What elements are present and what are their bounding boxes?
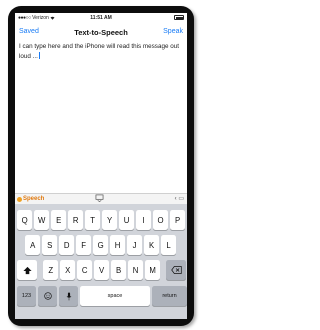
- delete-key[interactable]: [166, 260, 187, 280]
- microphone-icon: [66, 291, 71, 300]
- key-d[interactable]: D: [58, 235, 75, 255]
- editor-text: I can type here and the iPhone will read…: [19, 43, 179, 60]
- numbers-key[interactable]: 123: [17, 286, 36, 306]
- navigation-bar: Saved Text-to-Speech Speak: [15, 24, 187, 40]
- key-r[interactable]: R: [67, 210, 84, 230]
- key-s[interactable]: S: [41, 235, 58, 255]
- key-z[interactable]: Z: [43, 260, 59, 280]
- speech-logo-icon: [17, 196, 22, 202]
- keyboard-row-3-letters: Z X C V B N M: [43, 260, 161, 280]
- key-t[interactable]: T: [84, 210, 101, 230]
- status-right: [174, 15, 184, 20]
- page-title: Text-to-Speech: [74, 28, 128, 37]
- keyboard-row-3: Z X C V B N M: [17, 260, 187, 280]
- key-f[interactable]: F: [75, 235, 92, 255]
- emoji-icon: [43, 292, 52, 300]
- speech-app-name: Speech: [23, 196, 45, 202]
- shift-key[interactable]: [17, 260, 37, 280]
- key-y[interactable]: Y: [101, 210, 118, 230]
- keyboard-dismiss-icon[interactable]: [95, 194, 104, 202]
- key-b[interactable]: B: [110, 260, 127, 280]
- key-n[interactable]: N: [127, 260, 144, 280]
- key-g[interactable]: G: [92, 235, 109, 255]
- text-editor[interactable]: I can type here and the iPhone will read…: [19, 43, 183, 61]
- key-u[interactable]: U: [118, 210, 135, 230]
- phone-frame: ●●●○○ Verizon 11:51 AM Saved Text-to-Spe…: [8, 6, 194, 326]
- keyboard-row-1: Q W E R T Y U I O P: [17, 210, 187, 230]
- key-j[interactable]: J: [126, 235, 143, 255]
- key-v[interactable]: V: [93, 260, 110, 280]
- key-e[interactable]: E: [50, 210, 67, 230]
- status-bar: ●●●○○ Verizon 11:51 AM: [15, 13, 187, 23]
- key-w[interactable]: W: [33, 210, 50, 230]
- keyboard: Q W E R T Y U I O P A S D F G H J K L Z …: [15, 204, 187, 319]
- battery-icon: [174, 15, 184, 20]
- dictation-key[interactable]: [59, 286, 78, 306]
- key-h[interactable]: H: [109, 235, 126, 255]
- key-l[interactable]: L: [160, 235, 177, 255]
- key-p[interactable]: P: [169, 210, 186, 230]
- key-a[interactable]: A: [25, 235, 41, 255]
- key-x[interactable]: X: [59, 260, 76, 280]
- speak-button[interactable]: Speak: [163, 28, 183, 35]
- keyboard-row-4: 123 space return: [17, 286, 187, 306]
- backspace-icon: [171, 266, 182, 274]
- key-o[interactable]: O: [152, 210, 169, 230]
- key-k[interactable]: K: [143, 235, 160, 255]
- shift-icon: [22, 266, 32, 274]
- screen: ●●●○○ Verizon 11:51 AM Saved Text-to-Spe…: [15, 13, 187, 319]
- text-cursor: [38, 51, 40, 59]
- accessory-more-icon[interactable]: ‹ ▭: [175, 195, 184, 202]
- key-m[interactable]: M: [144, 260, 161, 280]
- keyboard-accessory-bar: Speech ‹ ▭: [15, 193, 187, 204]
- key-c[interactable]: C: [76, 260, 93, 280]
- emoji-key[interactable]: [38, 286, 57, 306]
- status-time: 11:51 AM: [90, 15, 112, 21]
- keyboard-row-2: A S D F G H J K L: [25, 235, 187, 255]
- return-key[interactable]: return: [152, 286, 187, 306]
- space-key[interactable]: space: [80, 286, 150, 306]
- speech-app-logo[interactable]: Speech: [17, 196, 44, 202]
- key-i[interactable]: I: [135, 210, 152, 230]
- key-q[interactable]: Q: [17, 210, 33, 230]
